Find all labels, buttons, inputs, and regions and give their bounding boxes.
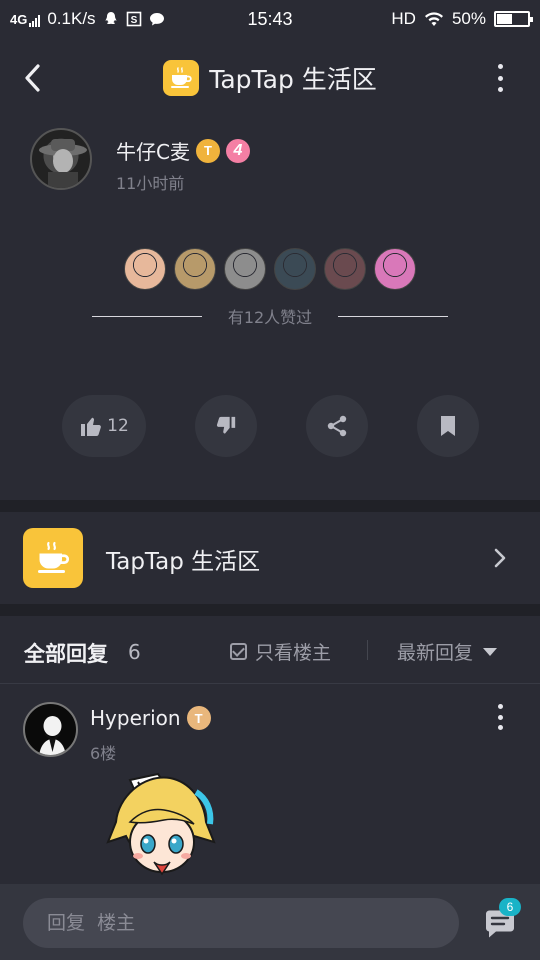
battery-level (497, 14, 512, 24)
sort-label: 最新回复 (397, 642, 474, 664)
post-author: 牛仔C麦 T 4 11小时前 (30, 128, 510, 193)
reply-input[interactable] (23, 898, 459, 948)
reply-floor: 6楼 (90, 744, 117, 763)
reply-avatar[interactable] (23, 702, 78, 757)
signal-icon (29, 14, 41, 27)
divider (338, 315, 448, 317)
svg-text:S: S (130, 15, 137, 26)
level-badge: 4 (225, 138, 250, 163)
thumbs-up-icon (81, 417, 102, 436)
chevron-right-icon (494, 548, 506, 568)
checkbox-icon (230, 643, 247, 660)
liker-avatar[interactable] (324, 248, 366, 290)
liker-avatar[interactable] (274, 248, 316, 290)
header-title-text: TapTap 生活区 (209, 65, 377, 94)
replies-title: 全部回复 (24, 642, 108, 666)
reply-author-name-text: Hyperion (90, 706, 181, 730)
like-count: 12 (107, 416, 129, 436)
hd-indicator: HD (391, 9, 416, 28)
coffee-cup-icon (23, 528, 83, 588)
network-indicator: 4G (10, 11, 41, 27)
thumbs-down-icon (216, 416, 236, 434)
network-type: 4G (10, 11, 28, 27)
coffee-cup-icon (163, 60, 200, 96)
share-icon (327, 415, 347, 437)
bookmark-icon (441, 416, 455, 436)
status-bar: 4G 0.1K/s S 15:43 HD 50% (0, 0, 540, 38)
divider (367, 640, 368, 660)
replies-header: 全部回复 6 只看楼主 最新回复 (0, 616, 540, 684)
author-name-text: 牛仔C麦 (116, 140, 190, 164)
author-name[interactable]: 牛仔C麦 T 4 (116, 136, 250, 165)
divider (92, 315, 202, 317)
liked-count[interactable]: 有12人赞过 (228, 304, 312, 328)
group-name: TapTap 生活区 (106, 549, 261, 575)
app-header: TapTap 生活区 (0, 48, 540, 108)
author-avatar[interactable] (30, 128, 92, 190)
liker-avatar[interactable] (174, 248, 216, 290)
qq-icon (105, 12, 117, 25)
post-time: 11小时前 (116, 174, 185, 193)
bottom-bar: 6 (0, 884, 540, 960)
network-speed: 0.1K/s (47, 9, 96, 28)
taptap-badge: T (195, 138, 220, 163)
comment-count-badge: 6 (499, 898, 521, 916)
taptap-badge: T (186, 706, 211, 730)
section-divider (0, 604, 540, 616)
liked-count-row: 有12人赞过 (92, 304, 448, 328)
battery-percent: 50% (451, 9, 486, 28)
reply-author-name[interactable]: Hyperion T (90, 706, 211, 730)
caret-down-icon (483, 647, 498, 656)
page-title: TapTap 生活区 (0, 58, 540, 98)
liker-avatar[interactable] (224, 248, 266, 290)
s-icon: S (126, 11, 141, 27)
reply-item: Hyperion T 6楼 (0, 700, 540, 890)
message-bubble-icon (149, 13, 164, 26)
section-divider (0, 500, 540, 512)
post-actions: 12 (0, 395, 540, 457)
only-op-toggle[interactable]: 只看楼主 (230, 638, 331, 665)
dislike-button[interactable] (195, 395, 257, 457)
like-button[interactable]: 12 (62, 395, 146, 457)
share-button[interactable] (306, 395, 368, 457)
replies-count: 6 (128, 640, 141, 664)
wifi-icon (424, 12, 443, 26)
more-vertical-icon[interactable] (488, 64, 512, 92)
only-op-label: 只看楼主 (255, 642, 332, 664)
more-vertical-icon[interactable] (494, 704, 506, 730)
liker-avatar[interactable] (124, 248, 166, 290)
battery-icon (494, 11, 533, 27)
liker-avatars[interactable] (0, 248, 540, 292)
sticker-image[interactable] (100, 772, 230, 887)
bookmark-button[interactable] (417, 395, 479, 457)
sort-dropdown[interactable]: 最新回复 (397, 638, 498, 665)
liker-avatar[interactable] (374, 248, 416, 290)
group-card[interactable]: TapTap 生活区 (0, 512, 540, 604)
